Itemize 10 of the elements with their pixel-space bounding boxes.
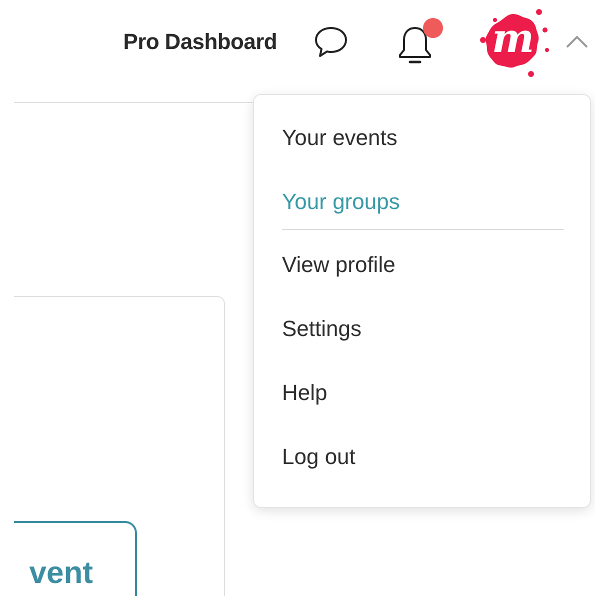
menu-item[interactable]: Help [282, 380, 328, 406]
menu-item[interactable]: Log out [282, 444, 356, 470]
menu-item[interactable]: Your events [282, 125, 398, 151]
create-event-button[interactable]: vent [14, 521, 137, 596]
chevron-up-icon[interactable] [565, 35, 589, 49]
pro-dashboard-link[interactable]: Pro Dashboard [123, 29, 277, 55]
menu-item[interactable]: View profile [282, 252, 396, 278]
messages-button[interactable] [313, 25, 349, 59]
chat-bubble-icon [313, 25, 349, 59]
menu-item[interactable]: Settings [282, 316, 362, 342]
